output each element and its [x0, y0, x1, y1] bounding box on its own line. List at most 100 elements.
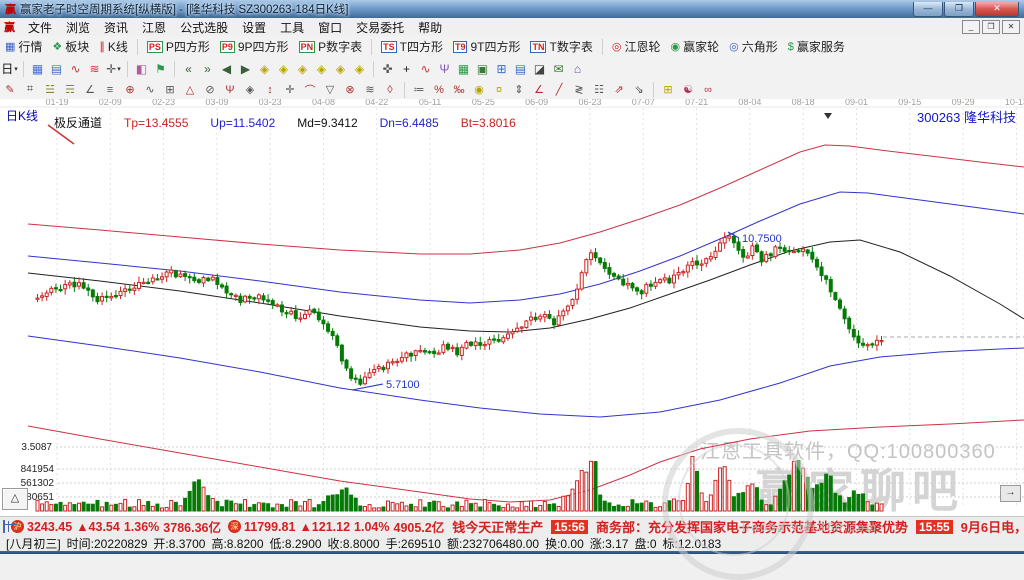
data-table-icon[interactable]: ▦	[455, 60, 472, 77]
gann-fan-icon[interactable]: Ψ	[436, 60, 453, 77]
toolbar-button-t-square[interactable]: TST四方形	[376, 37, 448, 56]
diamond-tool-6-icon[interactable]: ◈	[351, 60, 368, 77]
news-item-3[interactable]: 9月6日电，日本首相岸田文	[961, 517, 1024, 536]
toolbar-button-9t-square[interactable]: T99T四方形	[448, 37, 526, 56]
arc-tool-icon[interactable]: ⌒	[302, 82, 318, 97]
flag-mark-icon[interactable]: ⚑	[152, 60, 169, 77]
menu-item-settings[interactable]: 设置	[235, 18, 273, 37]
mdi-restore-button[interactable]: ❐	[982, 20, 1000, 34]
menu-item-file[interactable]: 文件	[21, 18, 59, 37]
arrow-ne-icon[interactable]: ⇗	[611, 82, 627, 97]
diamond-draw-icon[interactable]: ◈	[242, 82, 258, 97]
diamond-tool-2-icon[interactable]: ◈	[275, 60, 292, 77]
toolbar-button-t-table[interactable]: TNT数字表	[525, 37, 597, 56]
slash-line-icon[interactable]: ╱	[551, 82, 567, 97]
news-item-2[interactable]: 商务部：充分发挥国家电子商务示范基地资源集聚优势	[596, 517, 908, 536]
percent-icon[interactable]: %	[431, 82, 447, 97]
gann-grid-icon[interactable]: ⌗	[22, 82, 38, 97]
nav-first-icon[interactable]: «	[180, 60, 197, 77]
toolbar-button-9p-square[interactable]: P99P四方形	[215, 37, 294, 56]
golden-section-icon[interactable]: ◉	[471, 82, 487, 97]
nav-next-icon[interactable]: ▶	[237, 60, 254, 77]
menu-item-help[interactable]: 帮助	[411, 18, 449, 37]
updown-tool-icon[interactable]: ↕	[262, 82, 278, 97]
diamond-tool-1-icon[interactable]: ◈	[256, 60, 273, 77]
permille-icon[interactable]: ‰	[451, 82, 467, 97]
times-circle-icon[interactable]: ⊗	[342, 82, 358, 97]
menu-item-browse[interactable]: 浏览	[59, 18, 97, 37]
angle-line-icon[interactable]: ∠	[531, 82, 547, 97]
ratio-tool-icon[interactable]: ≔	[411, 82, 427, 97]
lines-tool-icon[interactable]: ≡	[102, 82, 118, 97]
hand-tool-icon[interactable]: ✜	[379, 60, 396, 77]
fan-tool-icon[interactable]: Ψ	[222, 82, 238, 97]
overlay-chart-icon[interactable]: ◧	[133, 60, 150, 77]
menu-item-news[interactable]: 资讯	[97, 18, 135, 37]
trigram-icon[interactable]: ☷	[591, 82, 607, 97]
minimize-button[interactable]: —	[913, 2, 943, 17]
mail-icon[interactable]: ✉	[550, 60, 567, 77]
report-icon[interactable]: ▤	[512, 60, 529, 77]
toolbar-button-gann-wheel[interactable]: ◎江恩轮	[607, 37, 666, 56]
menu-item-tools[interactable]: 工具	[273, 18, 311, 37]
panel-icon[interactable]: ▤	[48, 60, 65, 77]
arrow-se-icon[interactable]: ⇘	[631, 82, 647, 97]
sz-index-value[interactable]: 11799.81	[244, 520, 295, 534]
square-tool-icon[interactable]: ⊞	[162, 82, 178, 97]
toolbar-button-p-table[interactable]: PNP数字表	[294, 37, 368, 56]
diamond-tool-3-icon[interactable]: ◈	[294, 60, 311, 77]
currency-tool-icon[interactable]: ¤	[491, 82, 507, 97]
toolbar-button-p-square[interactable]: PSP四方形	[142, 37, 215, 56]
mdi-close-button[interactable]: ✕	[1002, 20, 1020, 34]
nav-last-icon[interactable]: »	[199, 60, 216, 77]
slash-circle-icon[interactable]: ⊘	[202, 82, 218, 97]
diamond2-icon[interactable]: ◊	[382, 82, 398, 97]
pencil-icon[interactable]: ✎	[2, 82, 18, 97]
trend-line-icon[interactable]: ∿	[67, 60, 84, 77]
calendar-icon[interactable]: ▣	[474, 60, 491, 77]
waves-icon[interactable]: ≋	[362, 82, 378, 97]
kline-chart[interactable]: 01-1902-0902-2303-0903-2304-0804-2205-11…	[0, 99, 1024, 516]
calculator-icon[interactable]: ⊞	[493, 60, 510, 77]
circle-cross-icon[interactable]: ⊕	[122, 82, 138, 97]
restore-button[interactable]: ❐	[944, 2, 974, 17]
angle-tool-icon[interactable]: ∠	[82, 82, 98, 97]
remote-icon[interactable]: ⌂	[569, 60, 586, 77]
diamond-tool-5-icon[interactable]: ◈	[332, 60, 349, 77]
menu-item-gann[interactable]: 江恩	[135, 18, 173, 37]
infinity-icon[interactable]: ∞	[700, 82, 716, 97]
greater-less-icon[interactable]: ≷	[571, 82, 587, 97]
menu-item-window[interactable]: 窗口	[311, 18, 349, 37]
hexagram-2-icon[interactable]: ☴	[62, 82, 78, 97]
scroll-right-button[interactable]: →	[1000, 485, 1021, 502]
diamond-tool-4-icon[interactable]: ◈	[313, 60, 330, 77]
mdi-minimize-button[interactable]: _	[962, 20, 980, 34]
trend-wave-icon[interactable]: ≋	[86, 60, 103, 77]
toolbar-button-winner-wheel[interactable]: ◉赢家轮	[665, 37, 724, 56]
toolbar-button-kline[interactable]: ∥K线	[94, 37, 133, 56]
menu-item-formula[interactable]: 公式选股	[173, 18, 235, 37]
taiji-icon[interactable]: ☯	[680, 82, 696, 97]
wave-tool-icon[interactable]: ∿	[142, 82, 158, 97]
grid-small-icon[interactable]: ⊞	[660, 82, 676, 97]
pane-toggle-button[interactable]: △	[2, 488, 28, 510]
window-layout-icon[interactable]: ▦	[29, 60, 46, 77]
chart-area[interactable]: 江恩工具软件，QQ:100800360 赢家聊吧 01-1902-0902-23…	[0, 99, 1024, 516]
sh-index-value[interactable]: 3243.45	[27, 520, 72, 534]
hexagram-1-icon[interactable]: ☱	[42, 82, 58, 97]
period-day-dropdown[interactable]: 日▾	[1, 60, 18, 77]
triangle-tool-icon[interactable]: △	[182, 82, 198, 97]
wave-count-icon[interactable]: ∿	[417, 60, 434, 77]
close-button[interactable]: ✕	[975, 2, 1019, 17]
market-grid-icon[interactable]	[3, 520, 5, 533]
nav-prev-icon[interactable]: ◀	[218, 60, 235, 77]
toolbar-button-hexagon[interactable]: ◎六角形	[724, 37, 783, 56]
menu-item-trade[interactable]: 交易委托	[349, 18, 411, 37]
toolbar-button-sectors[interactable]: ❖板块	[47, 37, 94, 56]
pin-tool-icon[interactable]: ✛▾	[105, 60, 122, 77]
cross-tool-icon[interactable]: ✛	[282, 82, 298, 97]
toolbar-button-quotes[interactable]: ▦行情	[0, 37, 47, 56]
news-item-1[interactable]: 钱今天正常生产	[452, 517, 543, 536]
tri-down-icon[interactable]: ▽	[322, 82, 338, 97]
save-icon[interactable]: ◪	[531, 60, 548, 77]
